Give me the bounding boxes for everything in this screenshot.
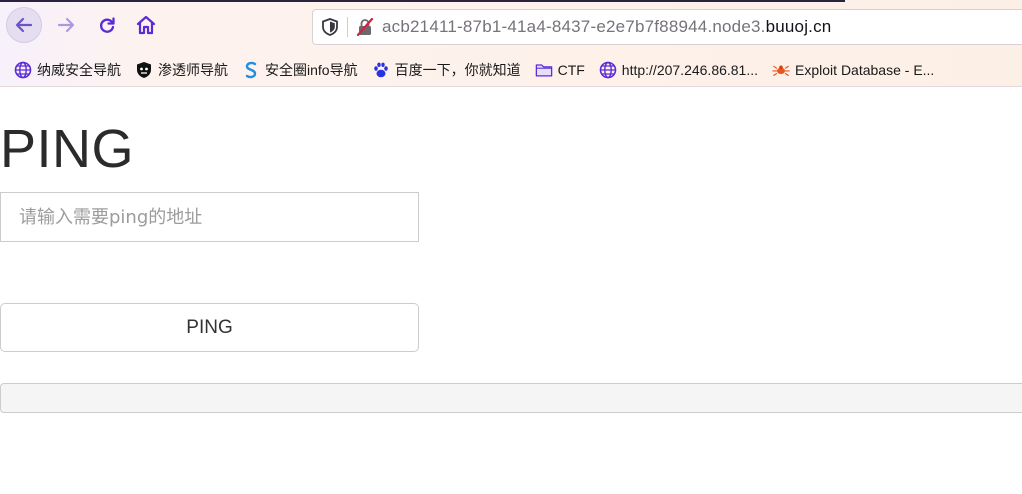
bookmark-item[interactable]: 安全圈info导航: [242, 57, 358, 83]
tracking-shield-icon[interactable]: [313, 10, 347, 44]
baidu-paw-icon: [372, 61, 390, 79]
url-host: buuoj.cn: [765, 17, 832, 36]
bookmark-label: 纳威安全导航: [37, 62, 121, 78]
reload-button[interactable]: [89, 7, 125, 43]
bookmark-item[interactable]: http://207.246.86.81...: [599, 57, 758, 83]
bookmark-label: CTF: [557, 62, 585, 78]
folder-icon: [535, 61, 553, 79]
ping-address-input[interactable]: [0, 192, 419, 242]
bookmark-item[interactable]: 百度一下，你就知道: [372, 57, 521, 83]
s-logo-icon: [242, 61, 260, 79]
shield-face-icon: [135, 61, 153, 79]
tab-strip-edge: [0, 0, 845, 2]
home-button[interactable]: [128, 7, 164, 43]
back-button[interactable]: [6, 7, 42, 43]
insecure-lock-icon[interactable]: [348, 10, 382, 44]
bookmark-label: 渗透师导航: [158, 62, 228, 78]
browser-toolbar: acb21411-87b1-41a4-8437-e2e7b7f88944.nod…: [0, 0, 1022, 87]
ping-result-box: [0, 383, 1022, 413]
bookmark-label: Exploit Database - E...: [795, 62, 935, 78]
arrow-right-icon: [57, 17, 75, 33]
bookmark-item[interactable]: 纳威安全导航: [14, 57, 121, 83]
home-icon: [136, 15, 156, 35]
bookmarks-bar: 纳威安全导航 渗透师导航 安全圈info导航 百度一下，你就知道 CTF htt…: [0, 56, 1022, 84]
url-text: acb21411-87b1-41a4-8437-e2e7b7f88944.nod…: [382, 17, 831, 37]
globe-icon: [14, 61, 32, 79]
bug-icon: [772, 61, 790, 79]
address-bar[interactable]: acb21411-87b1-41a4-8437-e2e7b7f88944.nod…: [312, 9, 1022, 45]
bookmark-item[interactable]: Exploit Database - E...: [772, 57, 934, 83]
bookmark-item[interactable]: 渗透师导航: [135, 57, 228, 83]
reload-icon: [100, 17, 115, 33]
bookmark-label: 百度一下，你就知道: [394, 62, 521, 78]
arrow-left-icon: [15, 17, 33, 33]
page-title: PING: [0, 119, 135, 179]
bookmark-label: 安全圈info导航: [265, 62, 358, 78]
ping-button[interactable]: PING: [0, 303, 419, 352]
globe-icon: [599, 61, 617, 79]
bookmark-label: http://207.246.86.81...: [621, 62, 759, 78]
bookmark-folder[interactable]: CTF: [535, 57, 585, 83]
forward-button[interactable]: [48, 7, 84, 43]
url-prefix: acb21411-87b1-41a4-8437-e2e7b7f88944.nod…: [382, 17, 766, 36]
